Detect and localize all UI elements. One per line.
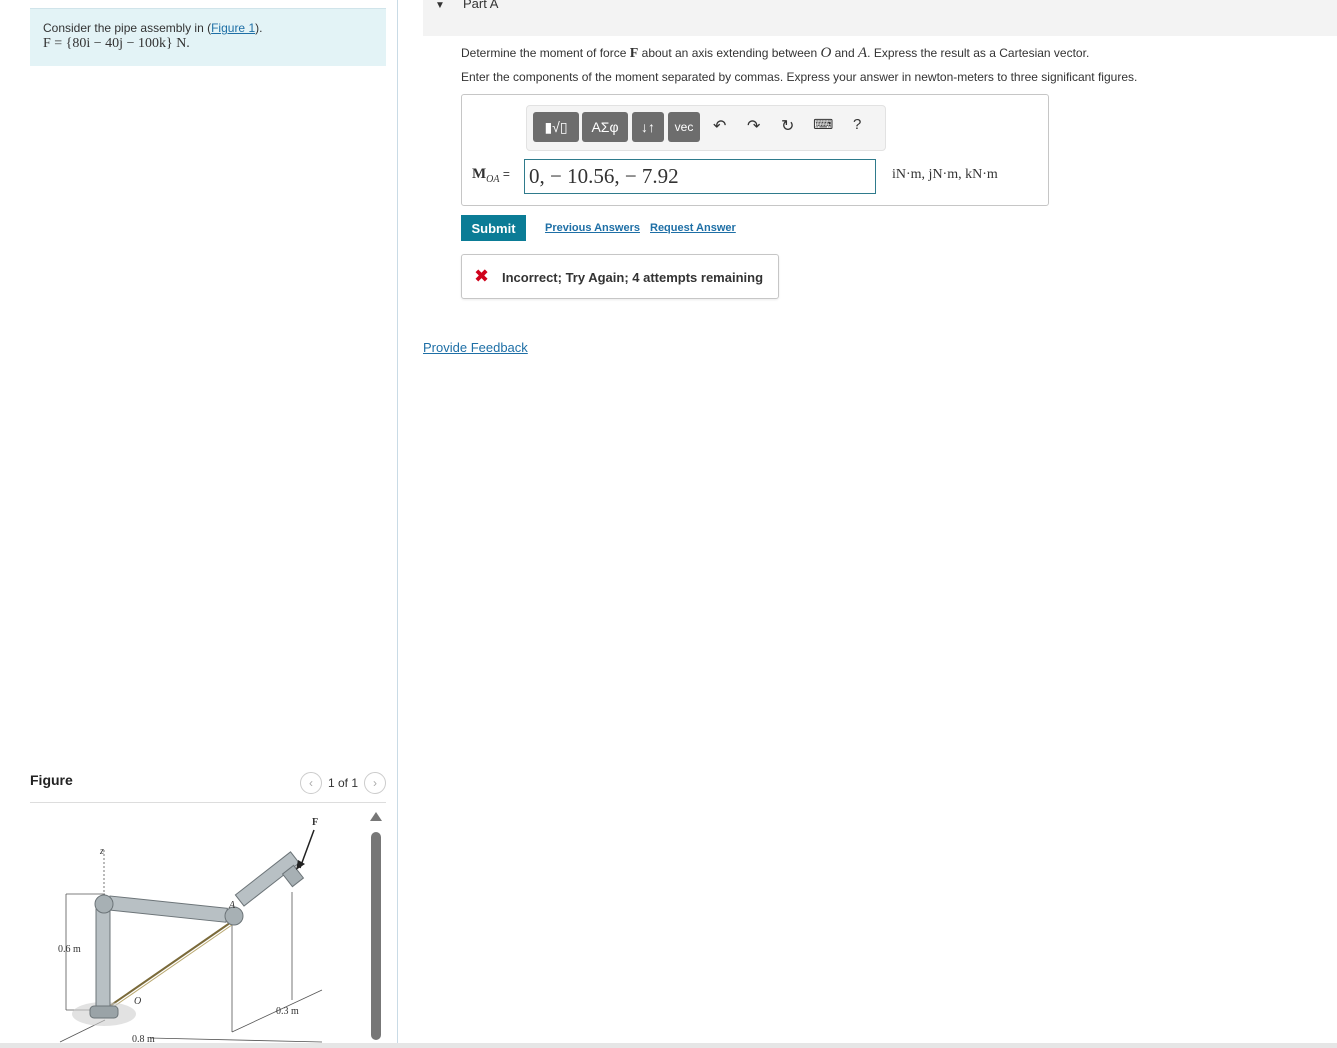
- intro-text: Consider the pipe assembly in (: [43, 21, 212, 35]
- previous-answers-link[interactable]: Previous Answers: [545, 222, 640, 234]
- greek-symbols-button[interactable]: ΑΣφ: [582, 112, 628, 142]
- error-x-icon: ✖: [474, 266, 490, 286]
- feedback-text: Incorrect; Try Again; 4 attempts remaini…: [502, 270, 764, 285]
- figure-pager: ‹ 1 of 1 ›: [299, 772, 386, 794]
- figure-scrollbar[interactable]: [370, 812, 382, 1040]
- answer-input[interactable]: 0, − 10.56, − 7.92: [524, 159, 876, 194]
- part-header[interactable]: ▼ Part A: [423, 0, 1337, 36]
- part-title: Part A: [463, 0, 499, 11]
- force-label: F: [312, 817, 318, 828]
- question-point-a: A: [858, 45, 868, 61]
- figure-header: Figure ‹ 1 of 1 ›: [30, 772, 386, 803]
- bottom-divider: [0, 1043, 1337, 1048]
- point-a-label: A: [228, 900, 236, 911]
- dimension-0-8m-label: 0.8 m: [132, 1034, 155, 1043]
- left-panel: Consider the pipe assembly in (Figure 1)…: [0, 0, 398, 1043]
- question-text: Determine the moment of force F about an…: [461, 45, 1089, 62]
- pipe-assembly-diagram: z F A O 0.6 m 0.3 m 0.8 m: [58, 817, 323, 1043]
- reset-icon[interactable]: ↻: [781, 116, 794, 136]
- vec-icon: vec: [674, 120, 694, 134]
- templates-icon: ▮√▯: [544, 118, 568, 135]
- vector-button[interactable]: vec: [668, 112, 700, 142]
- figure-link[interactable]: Figure 1: [211, 21, 255, 35]
- answer-label-sub: OA: [486, 174, 500, 185]
- keyboard-icon[interactable]: ⌨: [813, 116, 833, 133]
- provide-feedback-link[interactable]: Provide Feedback: [423, 340, 528, 355]
- scroll-up-arrow-icon[interactable]: [370, 812, 382, 821]
- help-icon[interactable]: ?: [853, 116, 861, 133]
- question-point-o: O: [820, 45, 832, 61]
- answer-label: MOA =: [472, 166, 510, 185]
- question-post: . Express the result as a Cartesian vect…: [867, 46, 1090, 60]
- subscript-superscript-button[interactable]: ↓↑: [632, 112, 664, 142]
- question-pre: Determine the moment of force: [461, 46, 630, 60]
- caret-down-icon[interactable]: ▼: [435, 0, 445, 11]
- figure-page-indicator: 1 of 1: [327, 776, 358, 790]
- chevron-left-icon: ‹: [308, 776, 313, 790]
- force-equation: F = {80i − 40j − 100k} N.: [43, 36, 190, 51]
- math-toolbar: ▮√▯ ΑΣφ ↓↑ vec ↶ ↷ ↻ ⌨ ?: [526, 105, 886, 151]
- feedback-message: ✖ Incorrect; Try Again; 4 attempts remai…: [461, 254, 779, 299]
- scroll-thumb[interactable]: [371, 832, 381, 1040]
- point-o-label: O: [134, 996, 141, 1007]
- intro-end-text: ).: [255, 21, 263, 35]
- problem-statement: Consider the pipe assembly in (Figure 1)…: [30, 8, 386, 66]
- question-and: and: [831, 46, 858, 60]
- arrows-updown-icon: ↓↑: [641, 119, 655, 135]
- z-axis-label: z: [99, 846, 104, 857]
- chevron-right-icon: ›: [373, 776, 377, 790]
- question-mid: about an axis extending between: [638, 46, 821, 60]
- redo-icon[interactable]: ↷: [747, 116, 760, 136]
- prev-figure-button[interactable]: ‹: [299, 772, 322, 794]
- problem-intro: Consider the pipe assembly in (Figure 1)…: [43, 21, 373, 35]
- greek-icon: ΑΣφ: [591, 119, 619, 135]
- undo-icon[interactable]: ↶: [713, 116, 726, 136]
- templates-button[interactable]: ▮√▯: [533, 112, 579, 142]
- right-panel: ▼ Part A Determine the moment of force F…: [400, 0, 1337, 1043]
- submit-button[interactable]: Submit: [461, 215, 526, 241]
- height-dimension-label: 0.6 m: [58, 944, 81, 955]
- answer-instructions: Enter the components of the moment separ…: [461, 70, 1138, 84]
- next-figure-button[interactable]: ›: [364, 772, 386, 794]
- answer-label-main: M: [472, 166, 487, 182]
- figure-title: Figure: [30, 772, 73, 788]
- figure-image: z F A O 0.6 m 0.3 m 0.8 m: [30, 810, 370, 1043]
- request-answer-link[interactable]: Request Answer: [650, 222, 736, 234]
- dimension-0-3m-label: 0.3 m: [276, 1006, 299, 1017]
- answer-area: ▮√▯ ΑΣφ ↓↑ vec ↶ ↷ ↻ ⌨ ? MOA = 0, − 10.5…: [461, 94, 1049, 206]
- answer-label-equals: =: [499, 167, 510, 181]
- answer-units: iN·m, jN·m, kN·m: [892, 167, 998, 182]
